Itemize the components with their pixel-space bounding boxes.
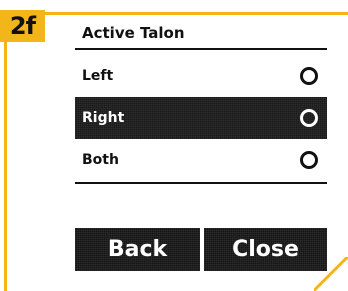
section-tag: 2f <box>0 10 45 42</box>
option-label: Right <box>82 110 125 126</box>
radio-icon[interactable] <box>300 109 318 127</box>
divider-bottom <box>75 182 327 184</box>
radio-icon[interactable] <box>300 67 318 85</box>
accent-top-line <box>44 12 348 15</box>
close-button[interactable]: Close <box>204 228 327 271</box>
option-label: Both <box>82 152 119 168</box>
radio-icon[interactable] <box>300 151 318 169</box>
option-left[interactable]: Left <box>75 55 327 97</box>
panel-title: Active Talon <box>82 24 185 42</box>
panel-frame: 2f Active Talon Left Right Both Back Clo… <box>0 0 348 291</box>
option-label: Left <box>82 68 114 84</box>
back-button[interactable]: Back <box>75 228 200 271</box>
option-right[interactable]: Right <box>75 97 327 139</box>
accent-left-line <box>4 40 7 291</box>
option-both[interactable]: Both <box>75 139 327 181</box>
divider-top <box>75 48 327 50</box>
